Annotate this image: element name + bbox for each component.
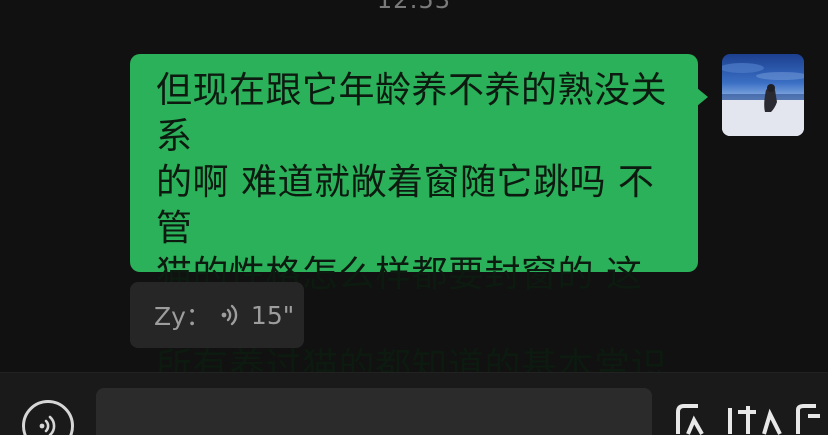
voice-duration: 15" [250, 300, 295, 330]
message-timestamp: 12:53 [376, 0, 452, 14]
avatar-image [722, 54, 804, 136]
chat-screen: 12:53 但现在跟它年龄养不养的熟没关系 的啊 难道就敞着窗随它跳吗 不管 猫… [0, 0, 828, 435]
quote-sender: Zy： [154, 302, 211, 331]
watermark-logo [664, 400, 828, 435]
voice-wave-icon [219, 302, 243, 328]
quoted-voice-message[interactable]: Zy： 15" [130, 282, 304, 348]
voice-mode-icon [39, 415, 56, 435]
message-input[interactable] [96, 388, 652, 435]
outgoing-message-bubble[interactable]: 但现在跟它年龄养不养的熟没关系 的啊 难道就敞着窗随它跳吗 不管 猫的性格怎么样… [130, 54, 708, 387]
avatar[interactable] [722, 54, 804, 136]
